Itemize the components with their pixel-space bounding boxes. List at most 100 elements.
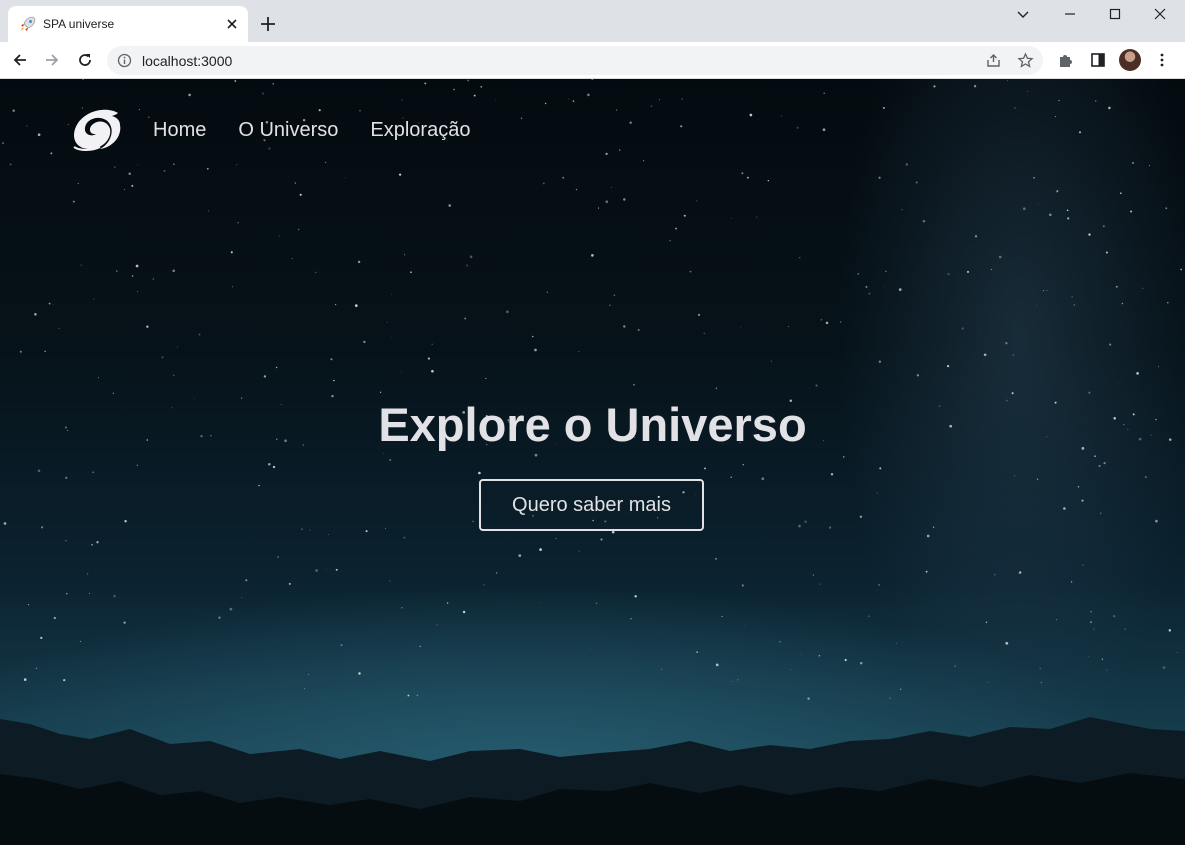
nav-link-o-universo[interactable]: O Universo [238, 119, 338, 142]
new-tab-icon[interactable] [258, 14, 278, 34]
star [389, 458, 392, 461]
star [275, 366, 278, 369]
star [896, 642, 897, 644]
back-arrow-icon[interactable] [11, 51, 29, 69]
extensions-puzzle-icon[interactable] [1057, 51, 1075, 69]
star [124, 519, 127, 523]
star [591, 254, 594, 257]
star [1039, 667, 1041, 670]
star [804, 520, 807, 523]
star [328, 534, 329, 536]
learn-more-button[interactable]: Quero saber mais [479, 479, 704, 531]
star [572, 100, 575, 102]
star [623, 198, 626, 201]
star [1090, 610, 1092, 613]
star [788, 326, 790, 327]
close-window-icon[interactable] [1152, 6, 1168, 22]
nav-link-home[interactable]: Home [153, 119, 206, 142]
star [88, 592, 91, 594]
star [1038, 203, 1039, 205]
star [35, 667, 37, 669]
star [198, 333, 201, 336]
star [681, 97, 684, 100]
star [330, 358, 333, 361]
star [419, 645, 421, 648]
star [1070, 581, 1073, 583]
star [50, 152, 53, 155]
minimize-icon[interactable] [1062, 6, 1078, 22]
star [113, 594, 116, 598]
star [757, 118, 759, 120]
share-icon[interactable] [985, 52, 1002, 69]
forward-arrow-icon[interactable] [43, 51, 61, 69]
star [483, 584, 485, 586]
star [637, 328, 640, 332]
star [761, 477, 765, 481]
star [926, 534, 930, 538]
more-menu-icon[interactable] [1153, 51, 1171, 69]
star [985, 621, 988, 624]
star [865, 285, 868, 288]
star [857, 273, 860, 275]
star [424, 82, 427, 85]
close-tab-icon[interactable] [224, 16, 240, 32]
star [1056, 190, 1059, 192]
profile-avatar[interactable] [1119, 49, 1141, 71]
browser-tab[interactable]: SPA universe [8, 6, 248, 42]
star [597, 207, 600, 209]
star [1113, 615, 1116, 618]
star [404, 254, 406, 256]
star [172, 269, 176, 273]
star [994, 574, 996, 576]
star [578, 351, 580, 352]
star [1130, 210, 1133, 213]
star [1118, 382, 1120, 383]
star [778, 640, 781, 643]
bookmark-star-icon[interactable] [1017, 52, 1034, 69]
tab-search-chevron-icon[interactable] [1015, 6, 1031, 22]
star [52, 304, 54, 306]
star [689, 270, 692, 273]
star [669, 239, 671, 242]
star [800, 654, 802, 655]
star [658, 99, 661, 101]
star [334, 303, 337, 306]
star [67, 123, 70, 126]
star [578, 550, 581, 552]
star [40, 636, 43, 640]
star [961, 327, 964, 330]
star [446, 602, 449, 604]
star [258, 484, 260, 487]
star [901, 209, 903, 211]
star [520, 117, 523, 119]
star [44, 350, 46, 352]
reload-icon[interactable] [76, 51, 94, 69]
spiral-galaxy-logo[interactable] [70, 107, 122, 153]
star [868, 292, 871, 295]
star [1103, 225, 1105, 227]
star [138, 109, 140, 111]
star [464, 317, 467, 320]
star [611, 530, 615, 534]
star [730, 476, 732, 478]
star [448, 204, 451, 207]
side-panel-icon[interactable] [1089, 51, 1107, 69]
star [1081, 499, 1084, 502]
star [546, 291, 548, 293]
star [1162, 666, 1166, 669]
star [41, 526, 44, 529]
address-url[interactable]: localhost:3000 [142, 53, 232, 69]
star [703, 332, 705, 334]
maximize-icon[interactable] [1107, 6, 1123, 22]
star [390, 294, 392, 295]
site-info-icon[interactable] [117, 53, 132, 68]
star [1055, 619, 1057, 621]
address-bar[interactable]: localhost:3000 [107, 46, 1043, 75]
star [680, 125, 683, 128]
star [1036, 304, 1038, 306]
star [363, 340, 366, 344]
star [3, 522, 7, 525]
nav-link-exploracao[interactable]: Exploração [370, 119, 470, 142]
star [431, 343, 433, 345]
star [65, 540, 67, 542]
